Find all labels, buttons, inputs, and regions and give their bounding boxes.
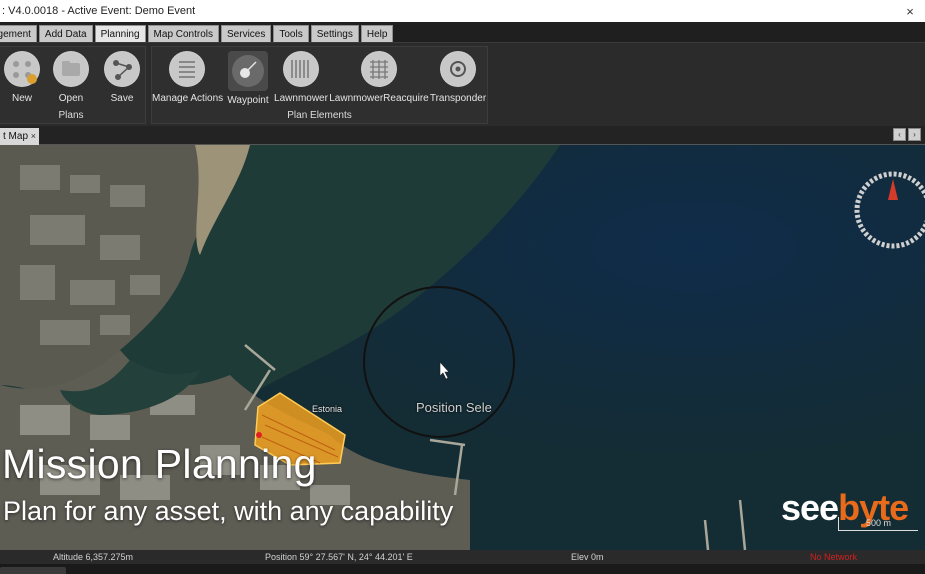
title-bar: : V4.0.0018 - Active Event: Demo Event × <box>0 0 925 22</box>
tab-settings[interactable]: Settings <box>310 25 359 42</box>
window-title: : V4.0.0018 - Active Event: Demo Event <box>2 5 196 17</box>
overlay-title: Mission Planning <box>2 441 317 487</box>
menu-tabs: agement Add Data Planning Map Controls S… <box>0 22 925 42</box>
save-plan-button[interactable]: Save <box>93 51 151 104</box>
open-plan-button[interactable]: Open <box>42 51 100 104</box>
lawnmower-label: Lawnmower <box>274 93 328 104</box>
tab-management[interactable]: agement <box>0 25 37 42</box>
transponder-icon <box>440 51 476 87</box>
manage-actions-button[interactable]: Manage Actions <box>152 51 224 104</box>
tab-help[interactable]: Help <box>360 25 394 42</box>
tab-scroll-right-button[interactable]: › <box>908 128 921 141</box>
lawnmower-icon <box>283 51 319 87</box>
altitude-readout: Altitude 6,357.275m <box>53 552 134 562</box>
manage-actions-label: Manage Actions <box>152 93 224 104</box>
position-select-hint: Position Sele <box>416 400 492 415</box>
close-tab-icon[interactable]: × <box>31 128 36 145</box>
status-bar: Altitude 6,357.275m Position 59° 27.567'… <box>0 550 925 564</box>
estonia-place-label: Estonia <box>312 404 343 414</box>
bottom-bar <box>0 564 925 574</box>
plans-group: New Open Save Plans <box>0 46 146 124</box>
close-window-button[interactable]: × <box>895 0 925 22</box>
plans-group-title: Plans <box>58 110 84 121</box>
ribbon-toolbar: New Open Save Plans Manage Actions Waypo… <box>0 42 925 126</box>
save-plan-icon <box>104 51 140 87</box>
lawnmower-reacquire-icon <box>361 51 397 87</box>
new-plan-icon <box>4 51 40 87</box>
tab-scroll-left-button[interactable]: ‹ <box>893 128 906 141</box>
network-status: No Network <box>810 552 858 562</box>
save-plan-label: Save <box>110 93 134 104</box>
position-readout: Position 59° 27.567' N, 24° 44.201' E <box>265 552 413 562</box>
transponder-label: Transponder <box>429 93 487 104</box>
tab-nav-buttons: ‹ › <box>893 128 921 141</box>
tab-tools[interactable]: Tools <box>273 25 309 42</box>
map-scale-bar: 500 m <box>838 517 918 531</box>
lawnmower-reacquire-label: LawnmowerReacquire <box>329 93 429 104</box>
tab-add-data[interactable]: Add Data <box>38 25 93 42</box>
bottom-tab-stub[interactable] <box>0 567 66 574</box>
tab-planning[interactable]: Planning <box>94 25 146 42</box>
elevation-readout: Elev 0m <box>571 552 604 562</box>
map-document-tab[interactable]: t Map × <box>0 128 39 145</box>
transponder-button[interactable]: Transponder <box>429 51 487 104</box>
overlay-subtitle: Plan for any asset, with any capability <box>3 496 454 526</box>
waypoint-label: Waypoint <box>227 95 269 106</box>
window-controls: × <box>895 0 925 22</box>
tab-services[interactable]: Services <box>221 25 272 42</box>
map-view[interactable]: Estonia Position Sele Mission Planning P… <box>0 145 925 550</box>
app-window: : V4.0.0018 - Active Event: Demo Event ×… <box>0 0 925 574</box>
manage-actions-icon <box>169 51 205 87</box>
map-tab-label: t Map <box>3 131 29 142</box>
document-tab-bar: t Map × ‹ › <box>0 126 925 145</box>
plan-elements-group: Manage Actions Waypoint Lawnmower Lawnmo… <box>151 46 488 124</box>
plan-elements-group-title: Plan Elements <box>287 110 352 121</box>
waypoint-icon <box>228 51 268 91</box>
lawnmower-reacquire-button[interactable]: LawnmowerReacquire <box>329 51 429 104</box>
lawnmower-button[interactable]: Lawnmower <box>272 51 330 104</box>
open-plan-label: Open <box>58 93 84 104</box>
tab-map-controls[interactable]: Map Controls <box>147 25 220 42</box>
waypoint-button[interactable]: Waypoint <box>219 51 277 106</box>
open-plan-icon <box>53 51 89 87</box>
